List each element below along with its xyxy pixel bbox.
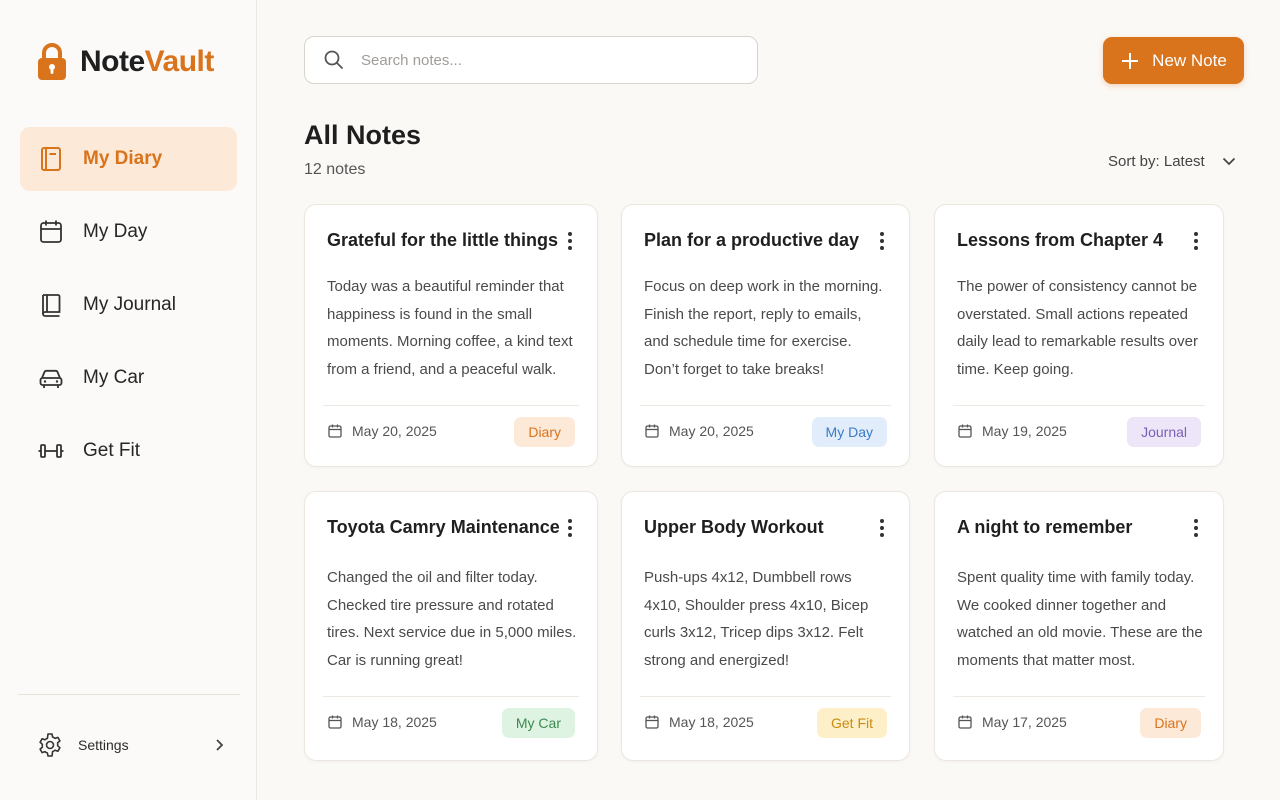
note-card[interactable]: Toyota Camry Maintenance Changed the oil …: [304, 491, 598, 761]
note-card[interactable]: Lessons from Chapter 4 The power of consi…: [934, 204, 1224, 467]
more-vertical-icon[interactable]: [1187, 517, 1205, 539]
sort-label: Sort by: Latest: [1108, 152, 1205, 170]
note-date-text: May 18, 2025: [669, 714, 754, 730]
sidebar-item-label: My Car: [83, 367, 145, 388]
note-tag: Journal: [1127, 417, 1201, 447]
dumbbell-icon: [38, 444, 64, 458]
journal-icon: [42, 294, 61, 317]
calendar-icon: [645, 715, 659, 729]
notes-count: 12 notes: [304, 161, 366, 178]
note-title: Grateful for the little things: [327, 230, 559, 250]
note-excerpt: Push-ups 4x12, Dumbbell rows 4x10, Shoul…: [644, 569, 869, 669]
note-date-text: May 17, 2025: [982, 714, 1067, 730]
more-vertical-icon[interactable]: [873, 230, 891, 252]
note-date-text: May 19, 2025: [982, 423, 1067, 439]
search-bar: [304, 36, 758, 84]
note-date: May 19, 2025: [957, 423, 1067, 439]
calendar-icon: [958, 715, 972, 729]
settings-button[interactable]: Settings: [36, 728, 226, 762]
sidebar-item-label: My Day: [83, 221, 148, 242]
note-title: Upper Body Workout: [644, 517, 824, 537]
search-input[interactable]: [361, 51, 721, 69]
more-vertical-icon[interactable]: [561, 230, 579, 252]
calendar-icon: [958, 424, 972, 438]
app-name: NoteVault: [80, 45, 214, 78]
calendar-icon: [645, 424, 659, 438]
sidebar-item-my-diary[interactable]: My Diary: [20, 127, 237, 191]
sidebar-item-label: Get Fit: [83, 440, 141, 461]
sidebar-divider: [18, 694, 240, 695]
note-title: A night to remember: [957, 517, 1133, 537]
note-date-text: May 20, 2025: [352, 423, 437, 439]
note-tag: Diary: [1140, 708, 1201, 738]
app-logo: NoteVault: [36, 42, 214, 82]
note-date: May 20, 2025: [327, 423, 437, 439]
gear-icon: [39, 733, 61, 757]
note-date: May 17, 2025: [957, 714, 1067, 730]
note-excerpt: The power of consistency cannot be overs…: [957, 278, 1198, 378]
car-icon: [39, 369, 63, 388]
plus-icon: [1122, 52, 1139, 69]
more-vertical-icon[interactable]: [873, 517, 891, 539]
app-window: NoteVault My Diary My Day My Journal My …: [0, 0, 1280, 800]
card-divider: [640, 405, 891, 406]
note-title: Plan for a productive day: [644, 230, 860, 250]
sidebar: NoteVault My Diary My Day My Journal My …: [0, 0, 257, 800]
note-date: May 18, 2025: [644, 714, 754, 730]
chevron-right-icon: [216, 739, 224, 751]
search-icon: [324, 50, 344, 70]
note-date: May 18, 2025: [327, 714, 437, 730]
sidebar-nav: My Diary My Day My Journal My Car Get Fi…: [20, 127, 237, 492]
calendar-icon: [328, 715, 342, 729]
settings-label: Settings: [78, 737, 129, 753]
calendar-icon: [40, 220, 62, 243]
calendar-icon: [328, 424, 342, 438]
note-excerpt: Changed the oil and filter today. Checke…: [327, 569, 577, 669]
note-title: Toyota Camry Maintenance: [327, 517, 560, 537]
page-title: All Notes: [304, 120, 422, 150]
note-card[interactable]: Grateful for the little things Today was …: [304, 204, 598, 467]
note-date: May 20, 2025: [644, 423, 754, 439]
card-divider: [953, 405, 1205, 406]
sidebar-item-label: My Diary: [83, 148, 163, 169]
card-divider: [953, 696, 1205, 697]
more-vertical-icon[interactable]: [1187, 230, 1205, 252]
sidebar-item-label: My Journal: [83, 294, 176, 315]
chevron-down-icon: [1222, 157, 1235, 166]
card-divider: [323, 405, 579, 406]
sidebar-item-my-journal[interactable]: My Journal: [20, 273, 237, 337]
note-card[interactable]: A night to remember Spent quality time wi…: [934, 491, 1224, 761]
sidebar-item-my-day[interactable]: My Day: [20, 200, 237, 264]
note-tag: My Day: [811, 417, 887, 447]
more-vertical-icon[interactable]: [561, 517, 579, 539]
card-divider: [323, 696, 579, 697]
note-date-text: May 18, 2025: [352, 714, 437, 730]
note-tag: Get Fit: [816, 708, 887, 738]
note-excerpt: Focus on deep work in the morning. Finis…: [644, 278, 883, 378]
lock-icon: [38, 43, 66, 80]
note-title: Lessons from Chapter 4: [957, 230, 1164, 250]
sidebar-item-my-car[interactable]: My Car: [20, 346, 237, 410]
sidebar-item-get-fit[interactable]: Get Fit: [20, 419, 237, 483]
sort-dropdown[interactable]: Sort by: Latest: [1108, 150, 1237, 172]
note-card[interactable]: Plan for a productive day Focus on deep w…: [621, 204, 910, 467]
card-divider: [640, 696, 891, 697]
note-excerpt: Spent quality time with family today. We…: [957, 569, 1203, 669]
new-note-label: New Note: [1152, 50, 1227, 70]
note-date-text: May 20, 2025: [669, 423, 754, 439]
book-icon: [41, 147, 61, 171]
note-tag: My Car: [501, 708, 575, 738]
note-card[interactable]: Upper Body Workout Push-ups 4x12, Dumbbel…: [621, 491, 910, 761]
new-note-button[interactable]: New Note: [1103, 37, 1244, 84]
note-excerpt: Today was a beautiful reminder that happ…: [327, 278, 573, 378]
note-tag: Diary: [514, 417, 575, 447]
